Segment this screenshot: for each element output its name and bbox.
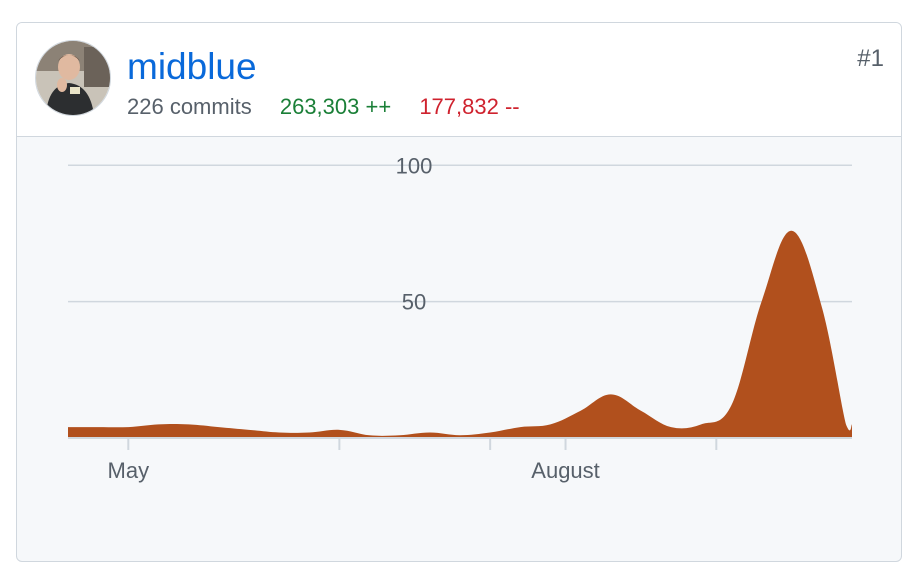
x-tick-label: May (108, 458, 150, 483)
commit-activity-chart: 100 50 May August (68, 153, 852, 483)
contributor-card: midblue 226 commits 263,303 ++ 177,832 -… (16, 22, 902, 562)
x-tick-label: August (531, 458, 600, 483)
y-tick-label: 100 (396, 153, 433, 178)
y-tick-label: 50 (402, 290, 426, 315)
commit-area-series (68, 230, 852, 438)
